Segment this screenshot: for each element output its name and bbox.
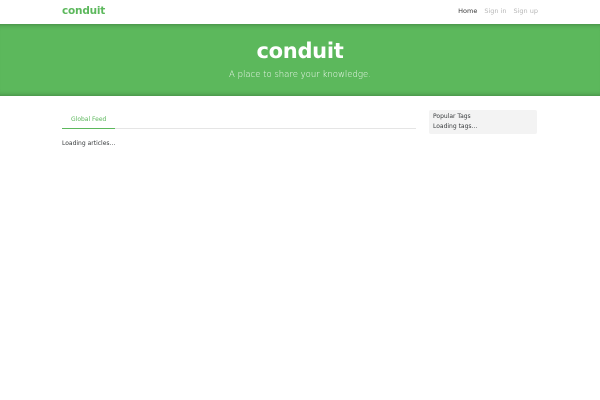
- loading-articles-text: Loading articles...: [62, 140, 116, 147]
- top-navbar: conduit Home Sign in Sign up: [0, 0, 600, 24]
- nav-link-sign-up[interactable]: Sign up: [514, 7, 539, 15]
- hero-banner: conduit A place to share your knowledge.: [0, 24, 600, 96]
- nav-link-home[interactable]: Home: [458, 7, 477, 15]
- tab-global-feed[interactable]: Global Feed: [62, 112, 116, 129]
- article-feed: Global Feed Loading articles...: [62, 112, 416, 147]
- brand-logo-link[interactable]: conduit: [62, 5, 105, 17]
- banner-title: conduit: [256, 39, 344, 63]
- nav-links: Home Sign in Sign up: [458, 7, 538, 15]
- loading-tags-text: Loading tags...: [433, 123, 478, 130]
- main-content: Global Feed Loading articles... Popular …: [0, 96, 600, 400]
- banner-subtitle: A place to share your knowledge.: [229, 70, 371, 80]
- nav-link-sign-in[interactable]: Sign in: [484, 7, 506, 15]
- popular-tags-title: Popular Tags: [433, 113, 471, 120]
- feed-toggle: Global Feed: [62, 112, 416, 129]
- popular-tags-sidebar: Popular Tags Loading tags...: [429, 110, 537, 134]
